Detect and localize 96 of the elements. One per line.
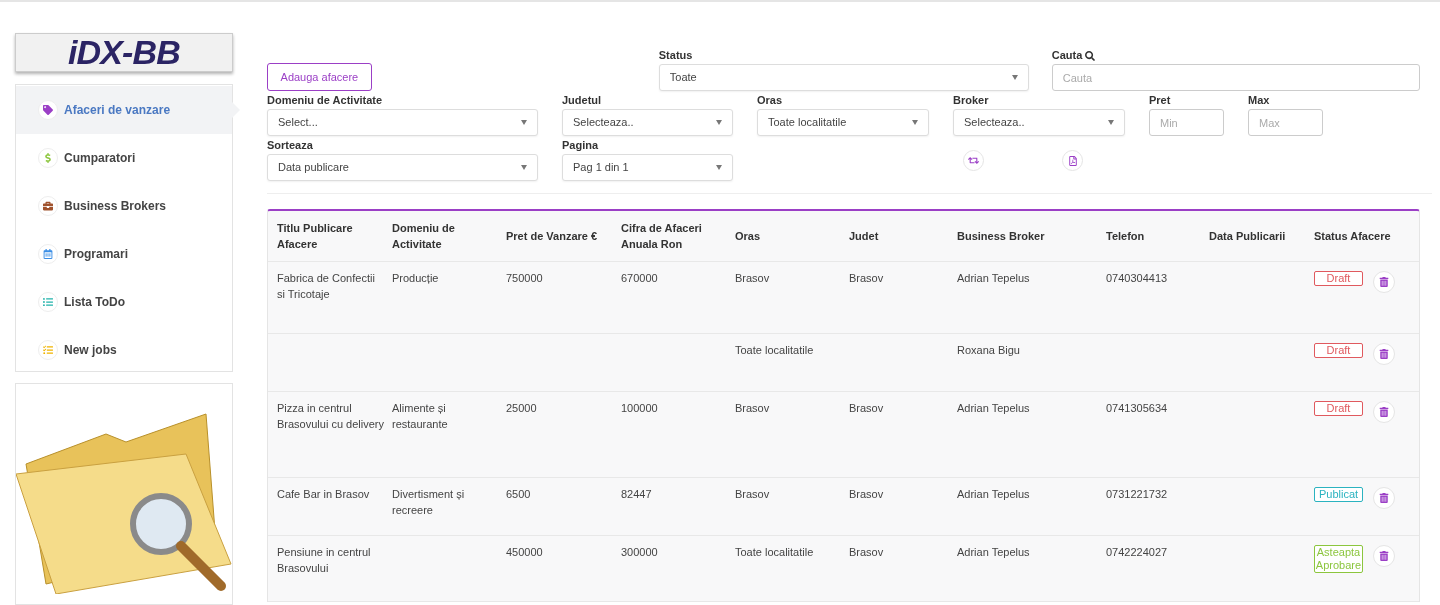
column-header: Pret de Vanzare €: [506, 229, 599, 244]
field-label: Max: [1248, 93, 1271, 108]
column-header: Judet: [849, 229, 880, 244]
field-label: Cauta: [1051, 48, 1420, 63]
caret-icon: [716, 120, 722, 125]
briefcase-icon: [38, 195, 58, 216]
column-header: Titlu Publicare Afacere: [277, 221, 354, 252]
trash-icon[interactable]: [1373, 343, 1395, 365]
field-label: Pagina: [562, 138, 600, 153]
table-cell-text: Adrian Tepelus: [957, 271, 1031, 286]
table-cell-text: 300000: [621, 545, 659, 560]
caret-icon: [1108, 120, 1114, 125]
nav-item[interactable]: Programari: [16, 229, 232, 278]
status-badge: Asteapta Aprobare: [1314, 545, 1363, 573]
caret-icon: [521, 120, 527, 125]
select-field[interactable]: Data publicare: [267, 154, 538, 181]
select-field[interactable]: Toate: [658, 64, 1029, 91]
status-badge: Draft: [1314, 401, 1363, 416]
table-cell-text: Toate localitatile: [735, 343, 815, 358]
table-cell-text: 0731221732: [1106, 487, 1169, 502]
list-icon: [38, 339, 58, 360]
table-cell-text: Brasov: [849, 271, 885, 286]
table-cell-text: Adrian Tepelus: [957, 401, 1031, 416]
column-header: Telefon: [1106, 229, 1146, 244]
pointer-arrow: [232, 101, 240, 118]
trash-icon[interactable]: [1373, 487, 1395, 509]
nav-item[interactable]: Lista ToDo: [16, 277, 232, 326]
column-header: Oras: [735, 229, 762, 244]
table-cell-text: 0742224027: [1106, 545, 1169, 560]
table-cell-text: Fabrica de Confectii si Tricotaje: [277, 271, 376, 302]
nav-item[interactable]: New jobs: [16, 325, 232, 374]
search-field[interactable]: Cauta: [1051, 64, 1420, 91]
trash-icon[interactable]: [1373, 271, 1395, 293]
tag-icon: [38, 99, 58, 120]
table-cell-text: 25000: [506, 401, 538, 416]
table-cell-text: Roxana Bigu: [957, 343, 1021, 358]
column-header: Cifra de Afaceri Anuala Ron: [621, 221, 703, 252]
trash-icon[interactable]: [1373, 401, 1395, 423]
table-cell-text: Brasov: [849, 401, 885, 416]
nav-item[interactable]: Afaceri de vanzare: [16, 85, 232, 134]
table-cell-text: 6500: [506, 487, 532, 502]
table-cell-text: 0741305634: [1106, 401, 1169, 416]
field-label: Domeniu de Activitate: [267, 93, 384, 108]
price-field[interactable]: Max: [1248, 109, 1323, 136]
table-cell-text: Adrian Tepelus: [957, 545, 1031, 560]
table-cell-text: 100000: [621, 401, 659, 416]
column-header: Data Publicarii: [1209, 229, 1287, 244]
table-cell-text: Toate localitatile: [735, 545, 815, 560]
table-cell-text: Brasov: [849, 545, 885, 560]
field-label: Judetul: [562, 93, 603, 108]
table-cell-text: 82447: [621, 487, 653, 502]
table-cell-text: Alimente și restaurante: [392, 401, 449, 432]
select-field[interactable]: Selecteaza..: [953, 109, 1125, 136]
field-label: Broker: [953, 93, 990, 108]
nav-item[interactable]: Cumparatori: [16, 133, 232, 182]
column-header: Domeniu de Activitate: [392, 221, 456, 252]
column-header: Business Broker: [957, 229, 1046, 244]
search-icon: [1085, 50, 1096, 61]
caret-icon: [716, 165, 722, 170]
select-field[interactable]: Toate localitatile: [757, 109, 929, 136]
table-cell-text: 450000: [506, 545, 544, 560]
caret-icon: [1011, 75, 1018, 80]
field-label: Pret: [1149, 93, 1172, 108]
table-cell-text: Brasov: [735, 271, 771, 286]
dollar-icon: [38, 147, 58, 168]
list-icon: [38, 291, 58, 312]
status-badge: Draft: [1314, 343, 1363, 358]
field-label: Oras: [757, 93, 784, 108]
table-cell-text: 0740304413: [1106, 271, 1169, 286]
caret-icon: [521, 165, 527, 170]
field-label: Sorteaza: [267, 138, 314, 153]
table-cell-text: Pensiune in centrul Brasovului: [277, 545, 372, 576]
caret-icon: [912, 120, 918, 125]
table-cell-text: 670000: [621, 271, 659, 286]
calendar-icon: [38, 243, 58, 264]
price-field[interactable]: Min: [1149, 109, 1224, 136]
nav-item[interactable]: Business Brokers: [16, 181, 232, 230]
add-business-button[interactable]: Adauga afacere: [267, 63, 372, 91]
field-label: Status: [658, 48, 694, 63]
status-badge: Draft: [1314, 271, 1363, 286]
table-cell-text: Brasov: [735, 401, 771, 416]
table-cell-text: Brasov: [849, 487, 885, 502]
table-cell-text: Brasov: [735, 487, 771, 502]
table-cell-text: Cafe Bar in Brasov: [277, 487, 371, 502]
select-field[interactable]: Select...: [267, 109, 538, 136]
select-field[interactable]: Pag 1 din 1: [562, 154, 733, 181]
trash-icon[interactable]: [1373, 545, 1395, 567]
table-cell: Pizza in centrul Brasovului cu delivery: [277, 401, 384, 432]
select-field[interactable]: Selecteaza..: [562, 109, 733, 136]
logo: iDX-BB: [15, 33, 233, 72]
column-header: Status Afacere: [1314, 229, 1392, 244]
table-cell-text: 750000: [506, 271, 544, 286]
table-cell-text: Adrian Tepelus: [957, 487, 1031, 502]
table-cell-text: Divertisment și recreere: [392, 487, 466, 518]
status-badge: Publicat: [1314, 487, 1363, 502]
table-cell-text: Producție: [392, 271, 440, 286]
